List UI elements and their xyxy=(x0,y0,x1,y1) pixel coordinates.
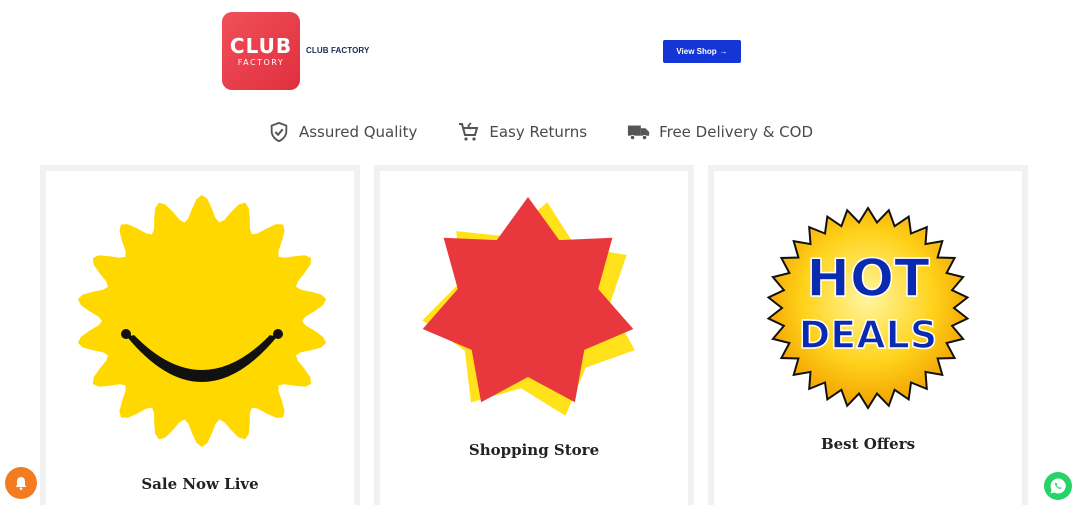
card-best-offers[interactable]: HOT DEALS Best Offers xyxy=(708,165,1028,505)
card-title: Sale Now Live xyxy=(141,475,259,493)
red-star-badge-image xyxy=(422,197,635,416)
feature-strip: Assured Quality Easy Returns Free Delive… xyxy=(0,118,1080,146)
feature-easy-returns: Easy Returns xyxy=(457,120,587,144)
notification-bell-button[interactable] xyxy=(5,467,37,499)
cart-return-icon xyxy=(457,120,481,144)
logo-text-club: CLUB xyxy=(229,34,293,58)
whatsapp-icon xyxy=(1050,478,1066,494)
card-shopping-store[interactable]: Shopping Store xyxy=(374,165,694,505)
brand-name: CLUB FACTORY xyxy=(306,46,370,55)
bell-icon xyxy=(15,477,27,490)
feature-free-delivery: Free Delivery & COD xyxy=(627,120,813,144)
view-shop-label: View Shop xyxy=(676,47,717,56)
card-sale-now-live[interactable]: Sale Now Live xyxy=(40,165,360,505)
offer-cards: Sale Now Live Shopping Store HOT DEALS B… xyxy=(40,165,1028,505)
smiling-sun-image xyxy=(77,195,327,447)
shield-check-icon xyxy=(267,120,291,144)
card-title: Best Offers xyxy=(820,435,916,453)
feature-label: Assured Quality xyxy=(298,123,418,141)
club-factory-logo[interactable]: CLUB FACTORY xyxy=(222,12,300,90)
hot-deals-badge-image: HOT DEALS xyxy=(766,206,970,410)
whatsapp-button[interactable] xyxy=(1044,472,1072,500)
feature-label: Easy Returns xyxy=(489,123,588,141)
feature-assured-quality: Assured Quality xyxy=(267,120,417,144)
badge-deals-text: DEALS xyxy=(799,313,938,357)
view-shop-button[interactable]: View Shop → xyxy=(663,40,741,63)
feature-label: Free Delivery & COD xyxy=(659,123,814,141)
logo-text-factory: FACTORY xyxy=(237,58,285,67)
card-title: Shopping Store xyxy=(468,441,600,459)
badge-hot-text: HOT xyxy=(806,249,930,309)
delivery-truck-icon xyxy=(627,120,651,144)
arrow-right-icon: → xyxy=(719,47,728,56)
